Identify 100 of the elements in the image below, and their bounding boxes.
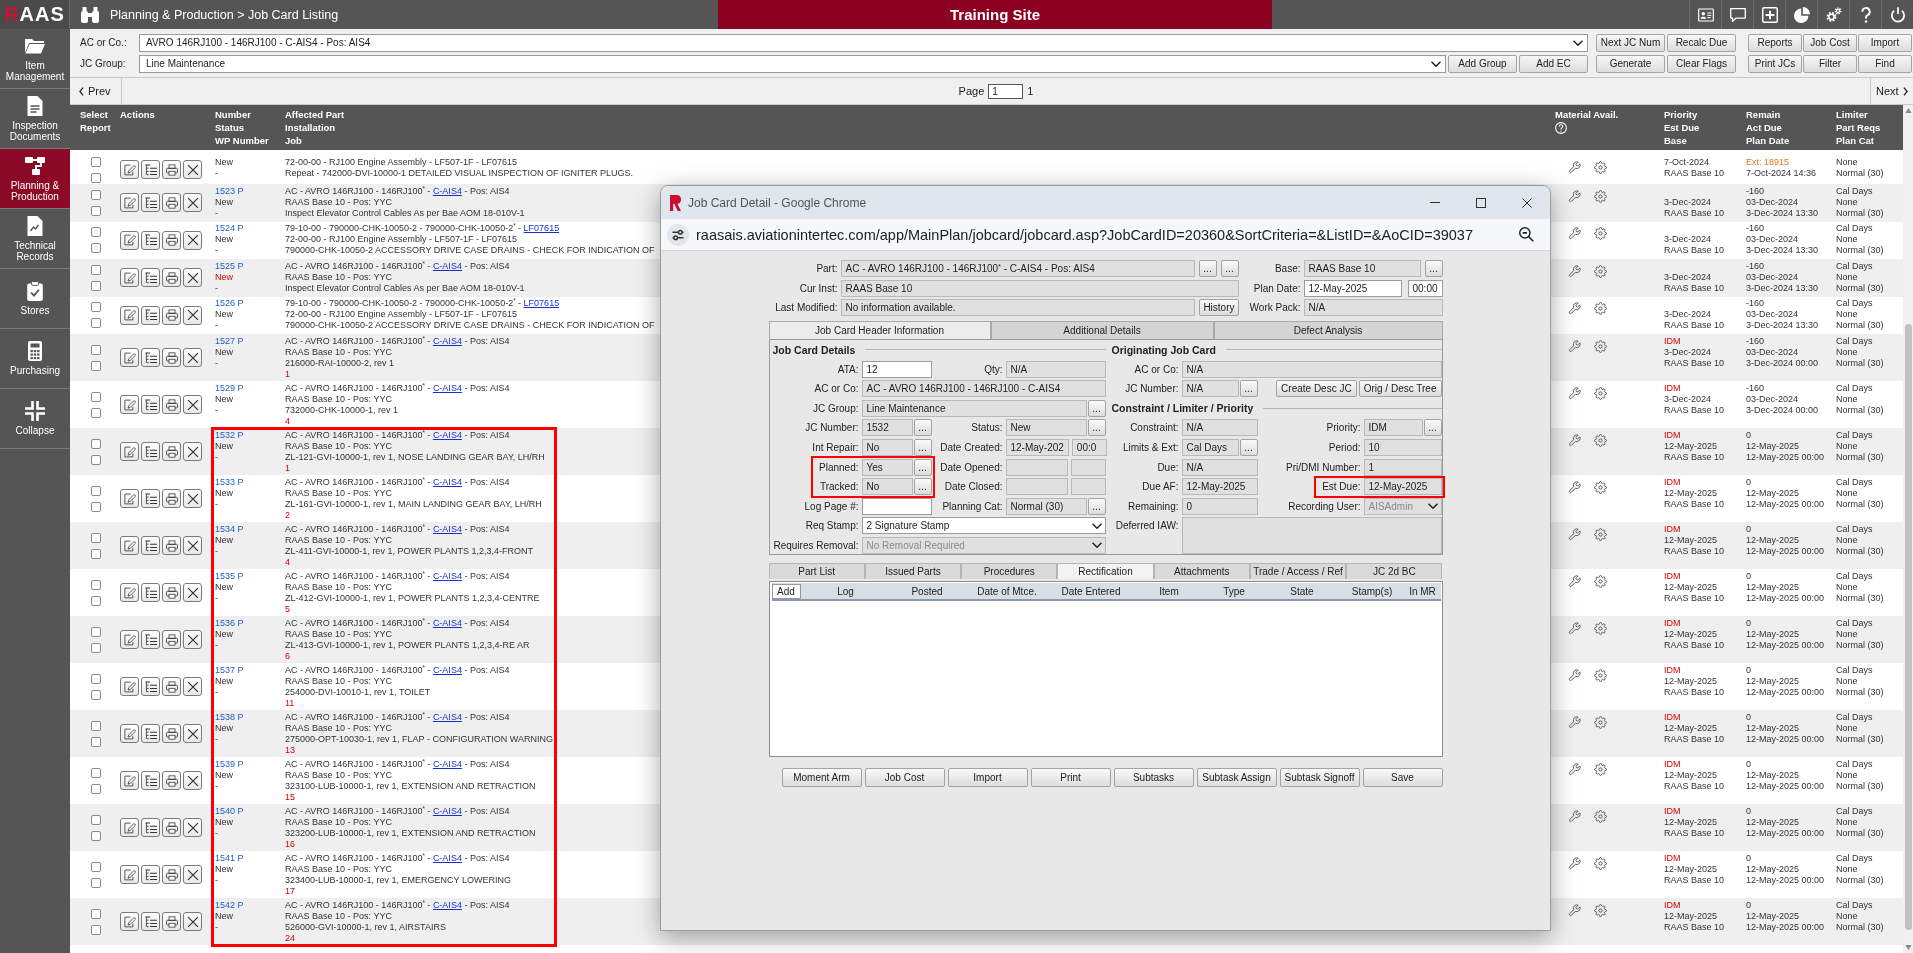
part-link[interactable]: C-AIS4 <box>432 711 462 722</box>
edit-button[interactable] <box>120 630 139 649</box>
wrench-icon[interactable] <box>1568 480 1581 494</box>
next-button[interactable]: Next <box>1870 78 1913 104</box>
ellipsis-button[interactable]: ... <box>1087 399 1106 417</box>
checkbox[interactable] <box>91 767 101 778</box>
delete-button[interactable] <box>183 912 202 931</box>
job-card-number-link[interactable]: 1535 P <box>215 570 244 582</box>
checkbox[interactable] <box>91 454 101 465</box>
job-card-number-link[interactable]: 1534 P <box>215 523 244 535</box>
form-button[interactable]: Create Desc JC <box>1276 380 1357 398</box>
part-link[interactable]: C-AIS4 <box>432 758 462 769</box>
delete-button[interactable] <box>183 865 202 884</box>
checkbox[interactable] <box>91 877 101 888</box>
gear-icon[interactable] <box>1594 668 1607 682</box>
checkbox[interactable] <box>91 830 101 841</box>
print-button[interactable] <box>162 160 181 179</box>
footer-button[interactable]: Subtasks <box>1113 768 1194 787</box>
gear-icon[interactable] <box>1594 715 1607 729</box>
ellipsis-button[interactable]: ... <box>913 458 932 476</box>
tab[interactable]: Part List <box>768 563 865 579</box>
wrench-icon[interactable] <box>1568 809 1581 823</box>
checkbox[interactable] <box>91 407 101 418</box>
ellipsis-button[interactable]: ... <box>913 478 932 496</box>
print-button[interactable] <box>162 395 181 414</box>
structure-button[interactable] <box>141 160 160 179</box>
checkbox[interactable] <box>91 264 101 275</box>
checkbox[interactable] <box>91 595 101 606</box>
wrench-icon[interactable] <box>1568 903 1581 917</box>
toolbar-button[interactable]: Print JCs <box>1748 54 1802 73</box>
edit-button[interactable] <box>120 230 139 250</box>
delete-button[interactable] <box>183 489 202 508</box>
ellipsis-button[interactable]: ... <box>1087 419 1106 437</box>
print-button[interactable] <box>162 193 181 213</box>
wrench-icon[interactable] <box>1568 264 1581 278</box>
checkbox[interactable] <box>91 689 101 700</box>
wrench-icon[interactable] <box>1568 762 1581 776</box>
arrow-up-icon[interactable] <box>1904 108 1912 113</box>
part-link[interactable]: LF07615 <box>523 298 560 308</box>
checkbox[interactable] <box>91 720 101 731</box>
print-button[interactable] <box>162 536 181 555</box>
part-link[interactable]: C-AIS4 <box>432 852 462 863</box>
checkbox[interactable] <box>91 205 101 216</box>
structure-button[interactable] <box>141 536 160 555</box>
add-button[interactable]: Add <box>771 583 801 599</box>
wrench-icon[interactable] <box>1568 621 1581 635</box>
delete-button[interactable] <box>183 724 202 743</box>
job-card-number-link[interactable]: 1532 P <box>215 429 244 441</box>
wrench-icon[interactable] <box>1568 856 1581 870</box>
dropdown[interactable]: AVRO 146RJ100 - 146RJ100 - C-AIS4 - Pos: AIS4 <box>139 33 1588 52</box>
gear-icon[interactable] <box>1594 856 1607 870</box>
job-card-number-link[interactable]: 1525 P <box>215 260 244 272</box>
checkbox[interactable] <box>91 626 101 637</box>
structure-button[interactable] <box>141 489 160 508</box>
wrench-icon[interactable] <box>1568 715 1581 729</box>
checkbox[interactable] <box>91 172 101 183</box>
checkbox[interactable] <box>91 861 101 872</box>
print-button[interactable] <box>162 583 181 602</box>
wrench-icon[interactable] <box>1568 339 1581 353</box>
tab[interactable]: JC 2d BC <box>1346 563 1443 579</box>
edit-button[interactable] <box>120 724 139 743</box>
job-card-number-link[interactable]: 1523 P <box>215 185 244 197</box>
checkbox[interactable] <box>91 438 101 449</box>
toolbar-button[interactable]: Next JC Num <box>1596 33 1665 52</box>
edit-button[interactable] <box>120 305 139 325</box>
checkbox[interactable] <box>91 280 101 291</box>
structure-button[interactable] <box>141 193 160 213</box>
tab[interactable]: Issued Parts <box>864 563 962 579</box>
wrench-icon[interactable] <box>1568 189 1581 203</box>
print-button[interactable] <box>162 630 181 649</box>
edit-button[interactable] <box>120 193 139 213</box>
gear-icon[interactable] <box>1594 264 1607 278</box>
gear-icon[interactable] <box>1594 302 1607 315</box>
delete-button[interactable] <box>183 442 202 461</box>
zoom-out-icon[interactable] <box>1519 227 1534 242</box>
history-button[interactable]: History <box>1199 299 1239 316</box>
print-button[interactable] <box>162 268 181 288</box>
print-button[interactable] <box>162 489 181 508</box>
structure-button[interactable] <box>141 583 160 602</box>
job-card-number-link[interactable]: 1537 P <box>215 664 244 676</box>
checkbox[interactable] <box>91 673 101 684</box>
print-button[interactable] <box>162 677 181 696</box>
footer-button[interactable]: Import <box>947 768 1028 787</box>
footer-button[interactable]: Subtask Signoff <box>1279 768 1360 787</box>
checkbox[interactable] <box>91 642 101 653</box>
delete-button[interactable] <box>183 771 202 790</box>
job-card-number-link[interactable]: 1541 P <box>215 852 244 864</box>
print-button[interactable] <box>162 818 181 837</box>
toolbar-button[interactable]: Recalc Due <box>1667 33 1736 52</box>
tab[interactable]: Rectification <box>1057 563 1154 579</box>
ellipsis-button[interactable]: ... <box>913 438 932 456</box>
sidebar-item[interactable]: Planning & Production <box>0 149 70 209</box>
footer-button[interactable]: Save <box>1362 768 1443 787</box>
tab[interactable]: Trade / Access / Ref <box>1249 563 1347 579</box>
checkbox[interactable] <box>91 548 101 559</box>
gear-icon[interactable] <box>1594 339 1607 353</box>
job-card-number-link[interactable]: 1529 P <box>215 382 244 394</box>
tab[interactable]: Job Card Header Information <box>768 321 991 339</box>
edit-button[interactable] <box>120 489 139 508</box>
structure-button[interactable] <box>141 865 160 884</box>
